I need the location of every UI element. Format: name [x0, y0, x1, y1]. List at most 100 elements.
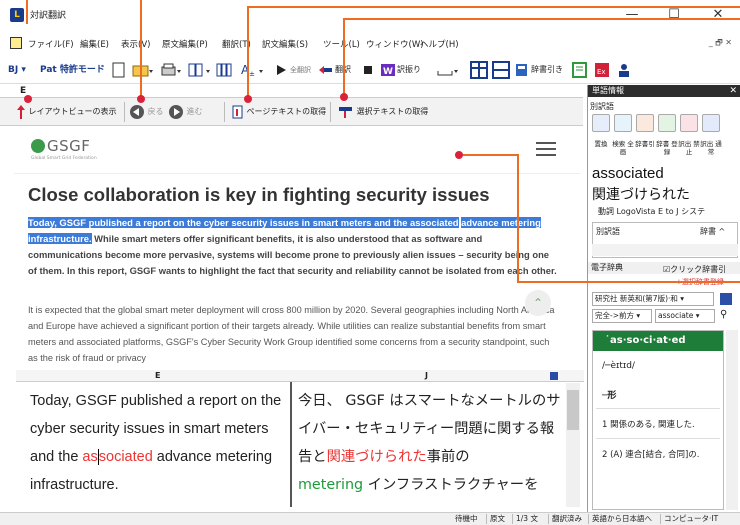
forward-button[interactable]: 進む	[168, 103, 203, 121]
match-mode-select[interactable]: 完全->前方 ▾	[592, 309, 652, 323]
entry-scrollbar[interactable]	[726, 330, 738, 510]
get-selected-text-label: 選択テキストの取得	[356, 107, 429, 116]
status-translated: 翻訳済み	[552, 514, 582, 523]
document-icon[interactable]	[10, 37, 22, 49]
user-icon[interactable]	[616, 60, 632, 80]
status-sentence: 1/3 文	[516, 514, 538, 523]
binoculars-icon[interactable]: ⚲	[720, 309, 727, 320]
translate-arrows-icon[interactable]	[318, 60, 334, 80]
parallel-scroll-thumb[interactable]	[567, 390, 579, 430]
menu-file[interactable]: ファイル(F)	[28, 38, 74, 50]
export-icon[interactable]: Ex	[594, 60, 610, 80]
web-header	[14, 128, 580, 174]
dictionary-select[interactable]: 研究社 新英和(第7版)·和 ▾	[592, 292, 714, 306]
callout-line	[517, 281, 740, 283]
status-sep	[660, 514, 661, 524]
menu-help[interactable]: ヘルプ(H)	[420, 38, 459, 50]
layout-h-icon[interactable]	[470, 60, 488, 80]
get-selected-text-button[interactable]: 選択テキストの取得	[338, 103, 428, 121]
layout-view-button[interactable]: レイアウトビューの表示	[16, 103, 117, 121]
forward-label: 進む	[186, 107, 203, 116]
alt-words-header: 別訳語	[596, 227, 620, 236]
mdi-controls[interactable]: _ 🗗 ✕	[709, 37, 732, 51]
hamburger-menu-icon[interactable]	[536, 142, 556, 156]
bj-mode-button[interactable]: BJ ▾	[8, 60, 26, 80]
get-page-text-button[interactable]: ページテキストの取得	[232, 103, 326, 121]
menu-tools[interactable]: ツール(L)	[323, 38, 360, 50]
callout-marker	[340, 93, 348, 101]
columns-icon[interactable]	[216, 60, 234, 80]
menu-view[interactable]: 表示(V)	[121, 38, 150, 50]
patent-mode-button[interactable]: Pat 特許モード	[40, 60, 105, 80]
nav-separator	[330, 102, 331, 122]
layout-split-icon[interactable]	[188, 60, 214, 80]
column-divider[interactable]	[290, 382, 292, 507]
font-size-icon[interactable]: A ±	[240, 60, 266, 80]
status-sep	[512, 514, 513, 524]
click-dict-checkbox[interactable]: ☑クリック辞書引	[663, 264, 726, 275]
replace-icon[interactable]	[592, 114, 610, 132]
normal-translate-icon[interactable]	[702, 114, 720, 132]
target-text[interactable]: 今日、 GSGF はスマートなメートルのサイバー・セキュリティー問題に関する報告…	[298, 387, 566, 499]
ban-translate-icon[interactable]	[680, 114, 698, 132]
layout-v-icon[interactable]	[492, 60, 510, 80]
entry-definition-1: 1 関係のある, 関連した.	[602, 420, 695, 430]
gsgf-logo[interactable]: GSGF	[31, 137, 90, 155]
svg-text:W: W	[383, 67, 393, 77]
callout-line	[458, 154, 518, 156]
notebook-icon[interactable]	[572, 60, 588, 80]
search-all-icon[interactable]	[614, 114, 632, 132]
space-toggle-icon[interactable]	[436, 60, 458, 80]
callout-line	[247, 6, 249, 98]
open-folder-icon[interactable]	[132, 60, 154, 80]
alt-word-label: 別訳語	[590, 102, 614, 111]
dict-register-icon[interactable]	[658, 114, 676, 132]
new-doc-icon[interactable]	[112, 60, 126, 80]
callout-line	[343, 18, 740, 20]
play-icon[interactable]	[275, 60, 287, 80]
menu-edit[interactable]: 編集(E)	[80, 38, 109, 50]
gsgf-tagline: Global Smart Grid Federation	[31, 156, 97, 161]
callout-marker	[455, 151, 463, 159]
callout-line	[247, 6, 740, 8]
entry-headword: ˙as·so·ci·at·ed	[593, 331, 723, 351]
callout-line	[140, 0, 142, 98]
dict-register-label: 辞書 登録	[656, 140, 678, 156]
source-highlight-a: as	[82, 449, 98, 465]
back-button[interactable]: 戻る	[129, 103, 164, 121]
menu-window[interactable]: ウィンドウ(W)	[366, 38, 424, 50]
lookup-input[interactable]: associate ▾	[655, 309, 715, 323]
alt-list-hscroll[interactable]	[592, 244, 738, 256]
selected-text[interactable]: Today, GSGF published a report on the cy…	[28, 217, 459, 228]
callout-line	[517, 154, 519, 282]
status-sep	[588, 514, 589, 524]
target-column-header: J	[425, 371, 428, 380]
status-direction: 英語から日本語へ	[592, 514, 652, 523]
target-text-c: 事前の	[426, 449, 470, 465]
dict-lookup-label: 辞書引	[635, 140, 655, 148]
layout-view-label: レイアウトビューの表示	[28, 107, 117, 116]
target-text-e: インフラストラクチャーを	[363, 477, 539, 493]
dict-lookup-button[interactable]: 辞書引き	[531, 60, 563, 80]
scroll-top-icon[interactable]: ⌃	[525, 290, 551, 316]
menu-source-edit[interactable]: 原文編集(P)	[162, 38, 208, 50]
pane-marker-icon[interactable]	[550, 372, 558, 380]
menu-target-edit[interactable]: 訳文編集(S)	[262, 38, 308, 50]
source-text[interactable]: Today, GSGF published a report on the cy…	[30, 387, 290, 499]
dict-lookup-icon[interactable]	[636, 114, 654, 132]
target-untranslated: metering	[298, 477, 364, 493]
gsgf-logo-text: GSGF	[47, 137, 91, 155]
panel-close-icon[interactable]: ✕	[729, 85, 737, 97]
all-translate-button[interactable]: 全翻訳	[290, 60, 311, 80]
translate-cut-button[interactable]: 訳振り	[397, 60, 421, 80]
nav-separator	[124, 102, 125, 122]
source-highlight-b: sociated	[98, 449, 153, 465]
stop-icon[interactable]	[362, 60, 374, 80]
entry-divider	[596, 408, 720, 409]
dictionary-book-icon[interactable]	[720, 293, 732, 305]
word-icon[interactable]: W	[380, 60, 396, 80]
source-column-header: E	[155, 371, 161, 380]
replace-label: 置換	[594, 140, 608, 148]
dictionary-icon[interactable]	[515, 60, 529, 80]
print-icon[interactable]	[160, 60, 182, 80]
